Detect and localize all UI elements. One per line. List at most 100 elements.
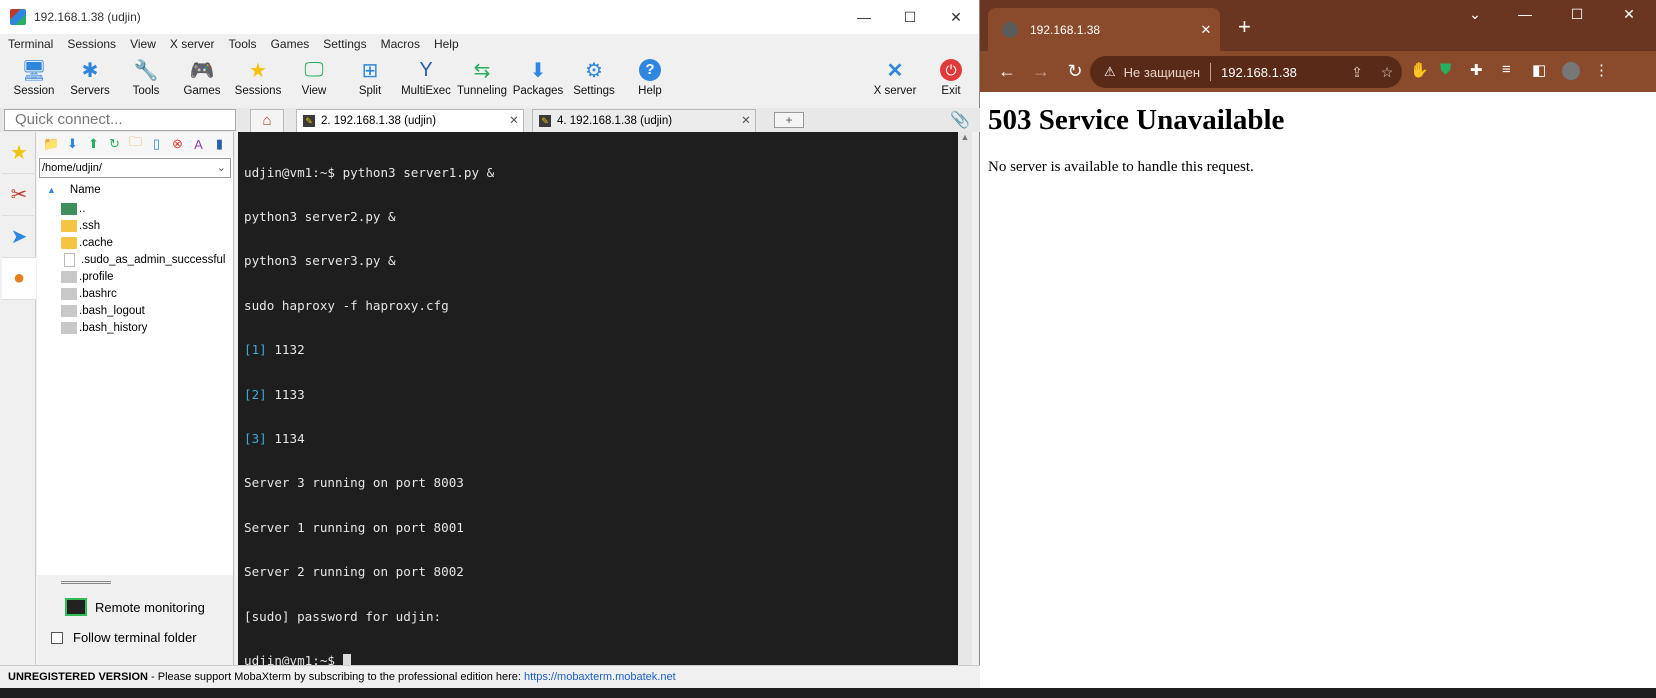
permissions-icon[interactable]: ▮ [209, 136, 230, 152]
status-bar: UNREGISTERED VERSION - Please support Mo… [0, 665, 980, 688]
tab-row: Quick connect... ⌂ ✎ 2. 192.168.1.38 (ud… [0, 108, 980, 132]
page-heading: 503 Service Unavailable [988, 104, 1285, 136]
sidetab-tools[interactable]: ✂ [2, 174, 36, 216]
upload-icon[interactable]: ⬆ [83, 136, 104, 152]
sidetab-sftp[interactable]: ● [2, 258, 36, 300]
sessions-button[interactable]: ★ Sessions [230, 54, 286, 98]
monitoring-icon [65, 598, 87, 616]
view-button[interactable]: 🖵 View [286, 54, 342, 98]
checkbox[interactable] [51, 631, 63, 644]
chrome-tab-strip: 192.168.1.38 ✕ + ⌄ — ☐ ✕ [980, 0, 1656, 51]
scroll-up-icon[interactable]: ▲ [958, 132, 972, 142]
close-tab-icon[interactable]: ✕ [505, 110, 523, 132]
tab-session-4[interactable]: ✎ 4. 192.168.1.38 (udjin) ✕ [532, 109, 756, 132]
forward-icon[interactable]: → [1024, 61, 1058, 82]
bookmark-star-icon[interactable]: ☆ [1372, 64, 1402, 81]
session-button[interactable]: 🖥 Session [6, 54, 62, 98]
tunneling-button[interactable]: ⇆ Tunneling [454, 54, 510, 98]
mobatek-link[interactable]: https://mobaxterm.mobatek.net [524, 671, 676, 683]
home-tab[interactable]: ⌂ [250, 109, 284, 132]
address-bar[interactable]: ⚠ Не защищен 192.168.1.38 ⇪ ☆ [1090, 56, 1402, 88]
menu-sessions[interactable]: Sessions [67, 37, 116, 51]
minimize-button[interactable]: — [1502, 6, 1548, 22]
profile-avatar[interactable] [1562, 62, 1580, 80]
globe-icon [1002, 21, 1018, 38]
page-content: 503 Service Unavailable No server is ava… [980, 92, 1656, 186]
help-button[interactable]: ? Help [622, 54, 678, 97]
file-row[interactable]: .bash_logout [37, 302, 233, 319]
menu-help[interactable]: Help [434, 37, 459, 51]
menu-settings[interactable]: Settings [323, 37, 366, 51]
settings-button[interactable]: ⚙ Settings [566, 54, 622, 98]
menu-xserver[interactable]: X server [170, 37, 215, 51]
extensions-puzzle-icon[interactable]: ✚ [1470, 61, 1483, 79]
file-row[interactable]: .sudo_as_admin_successful [37, 251, 233, 268]
side-panel-icon[interactable]: ◧ [1532, 61, 1546, 79]
tools-button[interactable]: 🔧 Tools [118, 54, 174, 98]
new-file-icon[interactable]: ▯ [146, 136, 167, 152]
folder-up-icon[interactable]: 📁 [41, 136, 62, 152]
file-row[interactable]: .profile [37, 268, 233, 285]
multiexec-button[interactable]: Y MultiExec [398, 54, 454, 98]
close-tab-icon[interactable]: ✕ [737, 110, 755, 132]
terminal-line: sudo haproxy -f haproxy.cfg [244, 297, 449, 313]
file-row[interactable]: .cache [37, 234, 233, 251]
new-tab-button[interactable]: + [1238, 14, 1251, 40]
games-button[interactable]: 🎮 Games [174, 54, 230, 98]
terminal-scrollbar[interactable]: ▲ [958, 132, 972, 665]
delete-icon[interactable]: ⊗ [167, 136, 188, 152]
back-icon[interactable]: ← [990, 61, 1024, 82]
file-row[interactable]: .. [37, 200, 233, 217]
close-button[interactable]: ✕ [1606, 6, 1652, 23]
split-button[interactable]: ⊞ Split [342, 54, 398, 98]
terminal-tab-icon: ✎ [539, 115, 551, 127]
quick-connect-input[interactable]: Quick connect... [4, 109, 236, 131]
extension-shield-icon[interactable]: ✋ [1410, 61, 1429, 79]
remote-monitoring-button[interactable]: Remote monitoring [37, 598, 233, 616]
resize-handle[interactable] [61, 581, 111, 584]
menu-macros[interactable]: Macros [381, 37, 420, 51]
maximize-button[interactable]: ☐ [1554, 6, 1600, 23]
not-secure-label[interactable]: Не защищен [1124, 65, 1200, 80]
tab-session-2[interactable]: ✎ 2. 192.168.1.38 (udjin) ✕ [296, 109, 524, 132]
reload-icon[interactable]: ↻ [1058, 61, 1092, 82]
file-row[interactable]: .bashrc [37, 285, 233, 302]
menu-kebab-icon[interactable]: ⋮ [1594, 61, 1609, 79]
mobaxterm-logo-icon [10, 9, 26, 25]
file-list-header[interactable]: ▲ Name [37, 180, 233, 200]
close-button[interactable]: ✕ [933, 9, 979, 26]
xserver-button[interactable]: ✕ X server [867, 54, 923, 98]
tab-search-icon[interactable]: ⌄ [1452, 6, 1498, 23]
chrome-tab[interactable]: 192.168.1.38 ✕ [988, 8, 1220, 51]
refresh-icon[interactable]: ↻ [104, 136, 125, 152]
servers-button[interactable]: ✱ Servers [62, 54, 118, 98]
terminal[interactable]: udjin@vm1:~$ python3 server1.py & python… [238, 132, 958, 668]
minimize-button[interactable]: — [841, 9, 887, 25]
packages-button[interactable]: ⬇ Packages [510, 54, 566, 98]
download-icon[interactable]: ⬇ [62, 136, 83, 152]
extension-vpn-icon[interactable]: ⛊ [1440, 61, 1451, 78]
maximize-button[interactable]: ☐ [887, 9, 933, 26]
file-row[interactable]: .bash_history [37, 319, 233, 336]
menu-games[interactable]: Games [271, 37, 310, 51]
warning-icon[interactable]: ⚠ [1104, 64, 1116, 80]
share-icon[interactable]: ⇪ [1342, 64, 1372, 81]
unregistered-label: UNREGISTERED VERSION [8, 671, 148, 683]
menu-view[interactable]: View [130, 37, 156, 51]
exit-button[interactable]: ⏻ Exit [923, 54, 979, 97]
menu-tools[interactable]: Tools [229, 37, 257, 51]
chevron-down-icon[interactable]: ⌄ [217, 159, 226, 177]
follow-terminal-folder-checkbox[interactable]: Follow terminal folder [37, 630, 233, 645]
url-text[interactable]: 192.168.1.38 [1221, 65, 1342, 80]
new-folder-icon[interactable]: 🗀 [125, 133, 146, 155]
rename-icon[interactable]: A [188, 137, 209, 152]
sidetab-macros[interactable]: ➤ [2, 216, 36, 258]
new-tab-button[interactable]: + [774, 112, 804, 128]
sftp-path-input[interactable]: /home/udjin/ ⌄ [39, 158, 231, 178]
close-tab-icon[interactable]: ✕ [1192, 22, 1220, 38]
sidetab-sessions[interactable]: ★ [2, 132, 36, 174]
reading-list-icon[interactable]: ≡ [1502, 61, 1511, 78]
file-row[interactable]: .ssh [37, 217, 233, 234]
paperclip-icon[interactable]: 📎 [950, 110, 970, 130]
menu-terminal[interactable]: Terminal [8, 37, 53, 51]
